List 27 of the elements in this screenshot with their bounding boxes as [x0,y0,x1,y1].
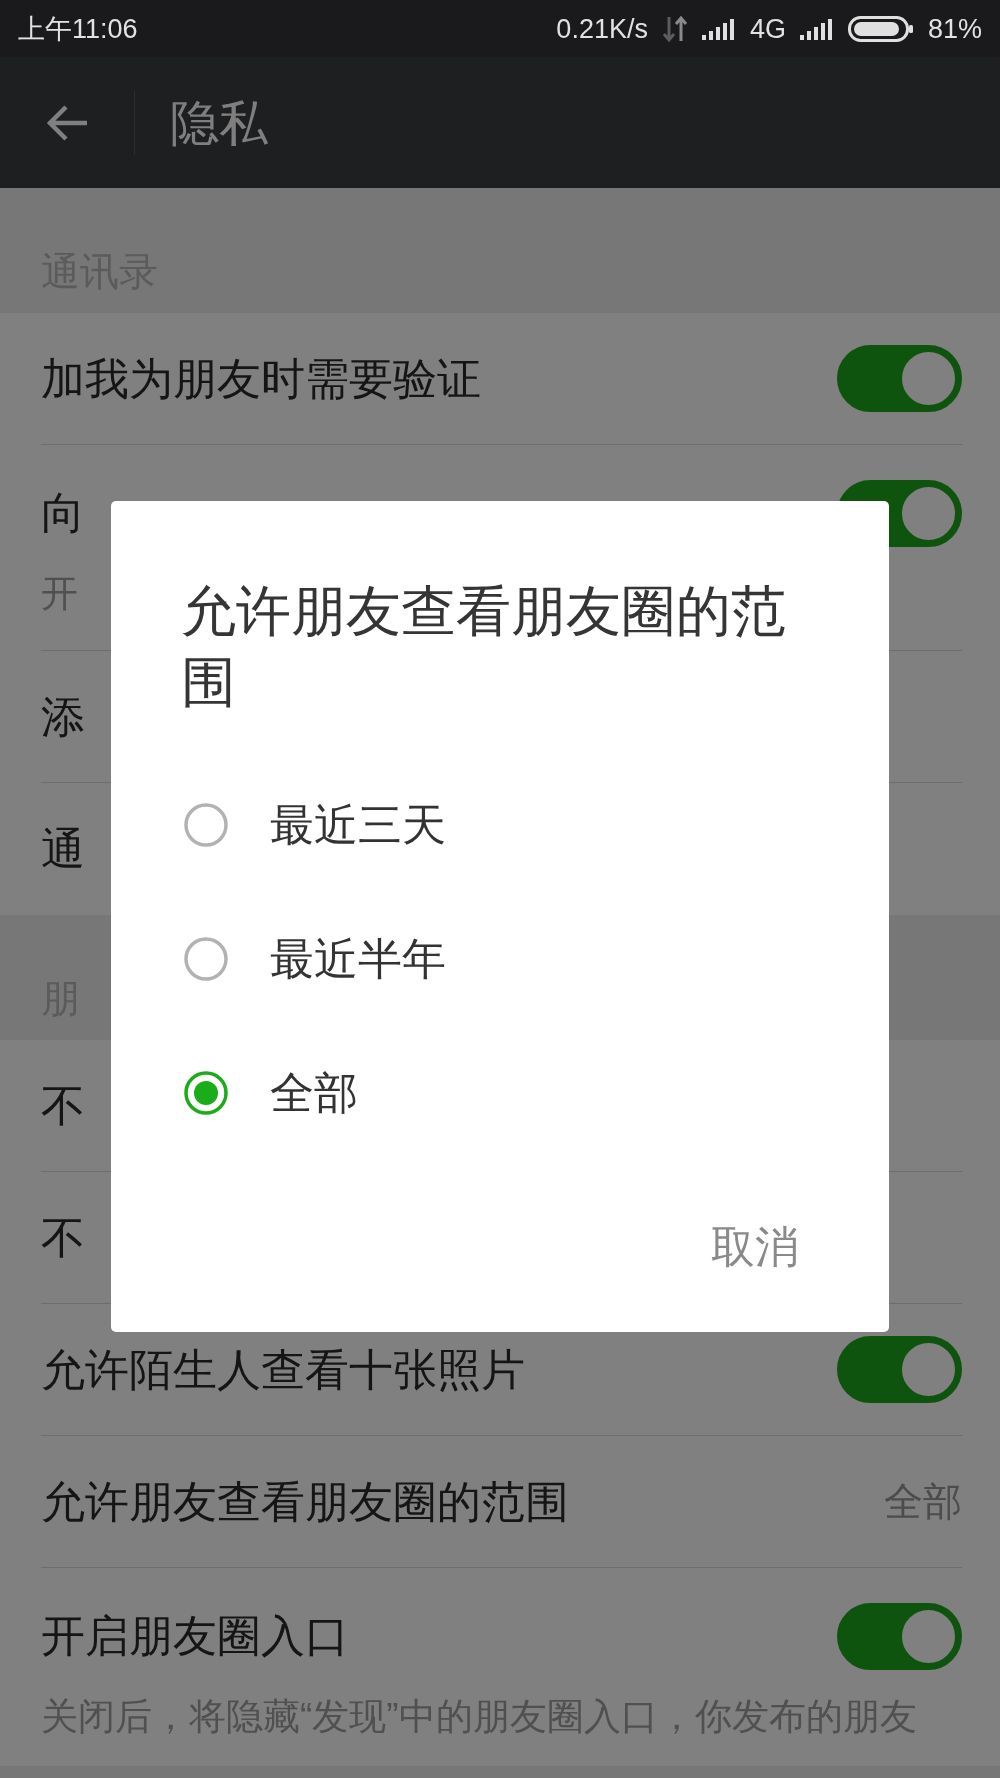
setting-label[interactable]: 不 [41,1213,85,1262]
radio-icon[interactable] [184,803,228,847]
setting-label: 加我为朋友时需要验证 [41,354,481,403]
network-type: 4G [749,12,786,45]
battery-icon [847,15,914,42]
network-speed: 0.21K/s [556,12,648,45]
setting-label[interactable]: 不 [41,1081,85,1130]
back-icon[interactable] [45,102,89,143]
page-title: 隐私 [170,94,268,151]
setting-label[interactable]: 允许朋友查看朋友圈的范围 [41,1477,569,1526]
status-time: 上午11:06 [18,12,138,45]
radio-icon[interactable] [184,937,228,981]
dialog-button[interactable]: 取消 [691,1202,819,1292]
radio-option[interactable]: 全部 [181,1026,819,1160]
setting-label[interactable]: 通 [41,825,85,873]
dialog-title: 允许朋友查看朋友圈的范围 [181,579,787,715]
radio-option[interactable]: 最近半年 [181,892,819,1026]
setting-label: 开启朋友圈入口 [41,1612,349,1660]
setting-label: 允许陌生人查看十张照片 [41,1345,525,1394]
data-arrows-icon [661,14,688,43]
signal-icon [701,17,736,40]
setting-label: 向 [41,489,85,537]
radio-option[interactable]: 最近三天 [181,758,819,892]
setting-label[interactable]: 添 [41,692,85,741]
battery-percent: 81% [927,12,982,45]
signal-icon [799,17,834,40]
radio-icon[interactable] [184,1071,228,1115]
